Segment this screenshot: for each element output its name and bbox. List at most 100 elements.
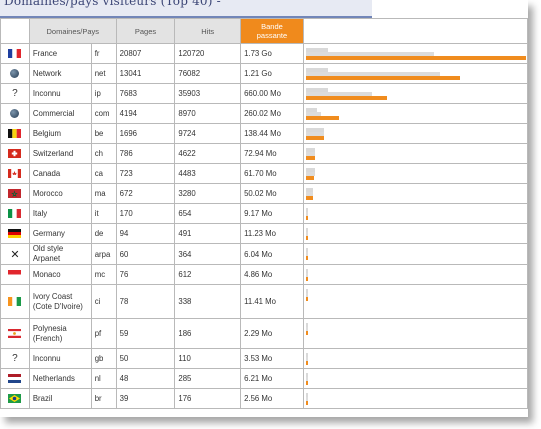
domain-code: net bbox=[90, 63, 117, 84]
bandwidth-value: 260.02 Mo bbox=[240, 103, 304, 124]
country-name: France bbox=[28, 43, 92, 64]
domain-code: com bbox=[90, 103, 117, 124]
traffic-bars bbox=[302, 143, 528, 164]
bandwidth-bar bbox=[305, 156, 315, 160]
bandwidth-value: 660.00 Mo bbox=[240, 83, 304, 104]
country-name: Italy bbox=[28, 203, 92, 224]
flag-ch-icon bbox=[8, 149, 22, 159]
country-name: Netherlands bbox=[28, 368, 92, 389]
traffic-bars bbox=[302, 63, 528, 84]
domain-code: de bbox=[90, 223, 117, 244]
pages-value: 20807 bbox=[115, 43, 176, 64]
pages-value: 48 bbox=[115, 368, 176, 389]
hits-value: 4622 bbox=[174, 143, 242, 164]
countries-table: Domaines/Pays Pages Hits Bande passante … bbox=[0, 18, 528, 409]
bandwidth-bar bbox=[305, 381, 308, 385]
table-row: Germany de 94 491 11.23 Mo bbox=[0, 223, 528, 244]
bandwidth-bar bbox=[305, 56, 526, 60]
flag-column-header bbox=[0, 18, 30, 44]
hits-value: 186 bbox=[174, 318, 242, 349]
bandwidth-bar bbox=[305, 196, 313, 200]
domain-code: ma bbox=[90, 183, 117, 204]
flag-nl-icon bbox=[8, 374, 22, 384]
domain-code: pf bbox=[90, 318, 117, 349]
bandwidth-value: 11.41 Mo bbox=[240, 284, 304, 319]
flag-pf-icon bbox=[8, 329, 22, 339]
hits-value: 120720 bbox=[174, 43, 242, 64]
section-title-bar: Domaines/pays visiteurs (Top 40) - bbox=[0, 0, 372, 18]
domain-code: ch bbox=[90, 143, 117, 164]
country-name: Germany bbox=[28, 223, 92, 244]
hits-value: 364 bbox=[174, 243, 242, 265]
flag-it-icon bbox=[8, 209, 22, 219]
table-row: Switzerland ch 786 4622 72.94 Mo bbox=[0, 143, 528, 164]
domain-code: mc bbox=[90, 264, 117, 285]
pages-value: 170 bbox=[115, 203, 176, 224]
hits-value: 35903 bbox=[174, 83, 242, 104]
flag-mc-icon bbox=[8, 270, 22, 280]
traffic-bars bbox=[302, 318, 528, 349]
bandwidth-value: 1.73 Go bbox=[240, 43, 304, 64]
flag-cell bbox=[0, 43, 30, 64]
bandwidth-bar bbox=[305, 331, 308, 335]
pages-value: 59 bbox=[115, 318, 176, 349]
table-row: ? Inconnu gb 50 110 3.53 Mo bbox=[0, 348, 528, 369]
flag-ca-icon bbox=[8, 169, 22, 179]
table-row: Brazil br 39 176 2.56 Mo bbox=[0, 388, 528, 409]
hits-value: 285 bbox=[174, 368, 242, 389]
pages-value: 4194 bbox=[115, 103, 176, 124]
bandwidth-bar bbox=[305, 401, 308, 405]
bandwidth-value: 4.86 Mo bbox=[240, 264, 304, 285]
bandwidth-bar bbox=[305, 297, 308, 301]
traffic-bars bbox=[302, 103, 528, 124]
hits-column-header: Hits bbox=[174, 18, 242, 44]
bandwidth-bar bbox=[305, 76, 460, 80]
table-row: France fr 20807 120720 1.73 Go bbox=[0, 43, 528, 64]
table-row: Commercial com 4194 8970 260.02 Mo bbox=[0, 103, 528, 124]
unknown-icon: ? bbox=[12, 88, 18, 99]
domain-code: arpa bbox=[90, 243, 117, 265]
countries-table-body: France fr 20807 120720 1.73 Go Network net 1304… bbox=[0, 43, 528, 409]
country-name: Network bbox=[28, 63, 92, 84]
pages-value: 723 bbox=[115, 163, 176, 184]
flag-fr-icon bbox=[8, 49, 22, 59]
traffic-bars bbox=[302, 203, 528, 224]
flag-cell bbox=[0, 388, 30, 409]
table-row: Ivory Coast (Cote D'Ivoire) ci 78 338 11.41 … bbox=[0, 284, 528, 319]
hits-value: 491 bbox=[174, 223, 242, 244]
bandwidth-value: 2.29 Mo bbox=[240, 318, 304, 349]
pages-column-header: Pages bbox=[115, 18, 176, 44]
bandwidth-value: 1.21 Go bbox=[240, 63, 304, 84]
country-name: Monaco bbox=[28, 264, 92, 285]
domain-code: nl bbox=[90, 368, 117, 389]
bandwidth-bar bbox=[305, 116, 339, 120]
hits-value: 9724 bbox=[174, 123, 242, 144]
table-row: Network net 13041 76082 1.21 Go bbox=[0, 63, 528, 84]
unknown-icon: ? bbox=[12, 353, 18, 364]
flag-cell bbox=[0, 63, 30, 84]
flag-cell bbox=[0, 163, 30, 184]
flag-de-icon bbox=[8, 229, 22, 239]
bandwidth-value: 61.70 Mo bbox=[240, 163, 304, 184]
section-title: Domaines/pays visiteurs (Top 40) - bbox=[4, 0, 221, 8]
flag-cell bbox=[0, 143, 30, 164]
country-name: Canada bbox=[28, 163, 92, 184]
domain-code: br bbox=[90, 388, 117, 409]
table-row: Monaco mc 76 612 4.86 Mo bbox=[0, 264, 528, 285]
bandwidth-value: 2.56 Mo bbox=[240, 388, 304, 409]
bandwidth-bar bbox=[305, 136, 324, 140]
report-sheet: Domaines/pays visiteurs (Top 40) - Domai… bbox=[0, 0, 528, 417]
traffic-bars bbox=[302, 388, 528, 409]
domain-code: be bbox=[90, 123, 117, 144]
pages-value: 39 bbox=[115, 388, 176, 409]
traffic-bars bbox=[302, 163, 528, 184]
domain-code: it bbox=[90, 203, 117, 224]
traffic-bars bbox=[302, 43, 528, 64]
table-row: Belgium be 1696 9724 138.44 Mo bbox=[0, 123, 528, 144]
flag-cell bbox=[0, 264, 30, 285]
bandwidth-column-header: Bande passante bbox=[240, 18, 304, 44]
flag-br-icon bbox=[8, 394, 22, 404]
domain-column-header: Domaines/Pays bbox=[28, 18, 117, 44]
table-row: ✕ Old style Arpanet arpa 60 364 6.04 Mo bbox=[0, 243, 528, 265]
bandwidth-value: 11.23 Mo bbox=[240, 223, 304, 244]
